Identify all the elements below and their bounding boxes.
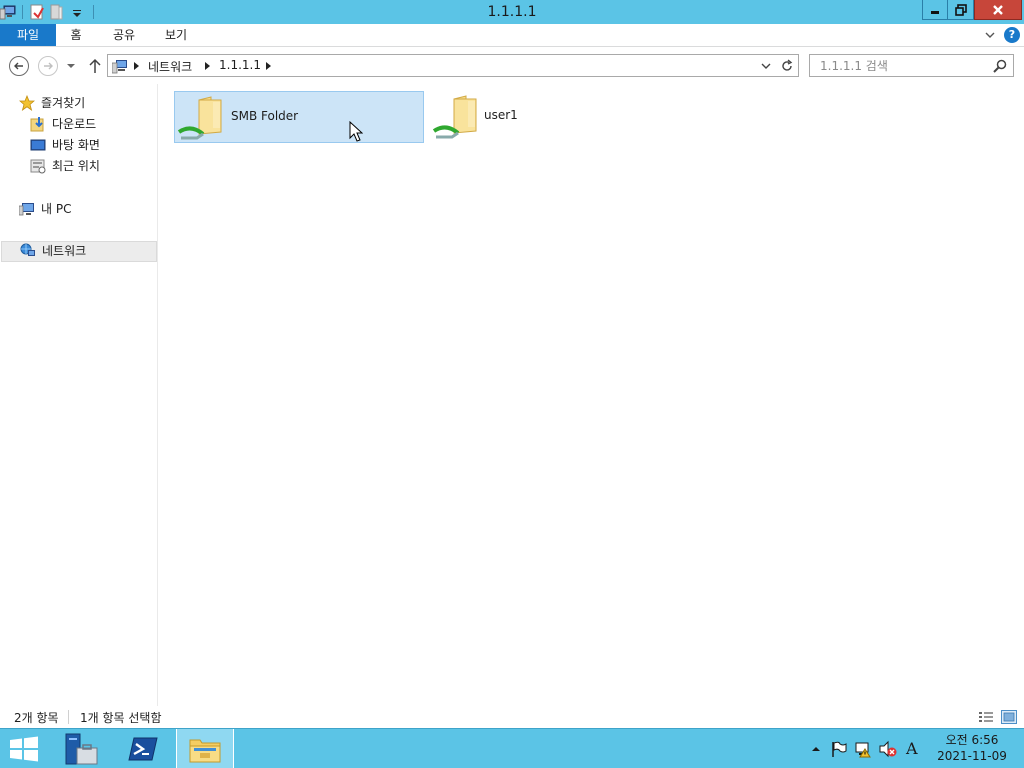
computer-icon (19, 203, 34, 216)
arrow-left-icon (14, 62, 23, 70)
navigation-pane: 즐겨찾기 다운로드 바탕 화면 최근 위치 내 PC 네트워크 (0, 84, 158, 706)
breadcrumb-host[interactable]: 1.1.1.1 (219, 58, 261, 72)
status-divider (68, 710, 69, 724)
details-view-icon[interactable] (978, 710, 994, 724)
mouse-cursor-icon (349, 121, 363, 142)
search-input[interactable] (812, 56, 988, 75)
sidebar-item-label: 네트워크 (42, 244, 87, 258)
sidebar-item-desktop[interactable]: 바탕 화면 (30, 135, 150, 155)
network-icon (112, 60, 127, 74)
speaker-muted-icon[interactable] (878, 740, 898, 758)
back-button[interactable] (9, 56, 29, 76)
windows-start-icon[interactable] (8, 736, 40, 762)
show-hidden-icons-chevron-icon[interactable] (810, 743, 822, 755)
sidebar-item-label: 최근 위치 (52, 159, 100, 173)
navigation-bar: 네트워크 1.1.1.1 (0, 48, 1024, 84)
breadcrumb-separator-icon[interactable] (134, 62, 139, 70)
item-name: SMB Folder (231, 109, 299, 123)
sidebar-item-this-pc[interactable]: 내 PC (19, 199, 149, 219)
minimize-icon (931, 10, 939, 14)
breadcrumb-separator-icon[interactable] (205, 62, 210, 70)
taskbar-server-manager[interactable] (52, 729, 110, 768)
sidebar-item-label: 바탕 화면 (52, 138, 100, 152)
tab-home[interactable]: 홈 (60, 24, 92, 46)
item-count: 2개 항목 (14, 711, 59, 725)
network-share-folder-icon (177, 96, 222, 140)
star-icon (19, 95, 35, 111)
ribbon: 파일 홈 공유 보기 ? (0, 24, 1024, 47)
tab-share[interactable]: 공유 (104, 24, 144, 46)
address-history-chevron-icon[interactable] (760, 60, 772, 72)
window-title: 1.1.1.1 (487, 4, 537, 20)
server-manager-icon (65, 733, 98, 764)
sidebar-item-recent-places[interactable]: 최근 위치 (30, 156, 150, 176)
sidebar-item-network[interactable]: 네트워크 (1, 241, 157, 262)
network-warning-icon[interactable] (854, 740, 872, 758)
large-icons-view-icon (1003, 712, 1015, 722)
sidebar-item-label: 내 PC (41, 202, 72, 216)
title-bar: 1.1.1.1 (0, 0, 1024, 24)
taskbar-clock[interactable]: 오전 6:56 2021-11-09 (930, 732, 1014, 764)
file-explorer-icon (189, 739, 221, 762)
breadcrumb-separator-icon[interactable] (266, 62, 271, 70)
clock-time: 오전 6:56 (945, 733, 999, 747)
search-box[interactable] (809, 54, 1014, 77)
tab-view[interactable]: 보기 (156, 24, 196, 46)
address-bar[interactable]: 네트워크 1.1.1.1 (107, 54, 799, 77)
forward-button[interactable] (38, 56, 58, 76)
desktop-icon (30, 139, 46, 151)
powershell-icon (128, 737, 158, 760)
system-tray: A (810, 729, 918, 768)
selection-count: 1개 항목 선택함 (80, 711, 162, 725)
recent-places-icon (30, 159, 46, 174)
search-icon[interactable] (992, 58, 1008, 74)
sidebar-item-label: 다운로드 (52, 117, 97, 131)
item-name: user1 (484, 108, 518, 122)
help-icon[interactable]: ? (1004, 27, 1020, 43)
expand-ribbon-chevron-icon[interactable] (984, 29, 996, 41)
recent-locations-chevron-icon[interactable] (66, 62, 76, 70)
sidebar-item-favorites[interactable]: 즐겨찾기 (19, 93, 149, 113)
file-list: SMB Folder user1 (159, 84, 1024, 706)
close-button[interactable] (974, 0, 1022, 20)
minimize-button[interactable] (922, 0, 948, 20)
network-share-folder-icon (432, 95, 477, 139)
restore-icon (954, 3, 967, 16)
sidebar-item-downloads[interactable]: 다운로드 (30, 114, 150, 134)
list-item-user1[interactable]: user1 (430, 91, 550, 143)
taskbar-file-explorer[interactable] (176, 729, 234, 768)
taskbar: A 오전 6:56 2021-11-09 (0, 728, 1024, 768)
restore-button[interactable] (948, 0, 974, 20)
tab-file[interactable]: 파일 (0, 24, 56, 46)
network-globe-icon (20, 243, 35, 256)
arrow-right-icon (44, 62, 53, 70)
sidebar-item-label: 즐겨찾기 (41, 96, 86, 110)
arrow-up-icon (89, 58, 101, 73)
close-icon (993, 4, 1003, 15)
taskbar-powershell[interactable] (114, 729, 172, 768)
downloads-folder-icon (30, 117, 44, 132)
large-icons-view-button[interactable] (1001, 710, 1017, 724)
clock-date: 2021-11-09 (937, 749, 1007, 763)
action-center-flag-icon[interactable] (830, 740, 848, 758)
refresh-icon[interactable] (779, 58, 795, 74)
list-item-smb-folder[interactable]: SMB Folder (174, 91, 424, 143)
up-button[interactable] (87, 57, 103, 75)
breadcrumb-network[interactable]: 네트워크 (148, 58, 192, 75)
status-bar: 2개 항목 1개 항목 선택함 (0, 706, 1024, 728)
ime-indicator[interactable]: A (906, 739, 918, 758)
